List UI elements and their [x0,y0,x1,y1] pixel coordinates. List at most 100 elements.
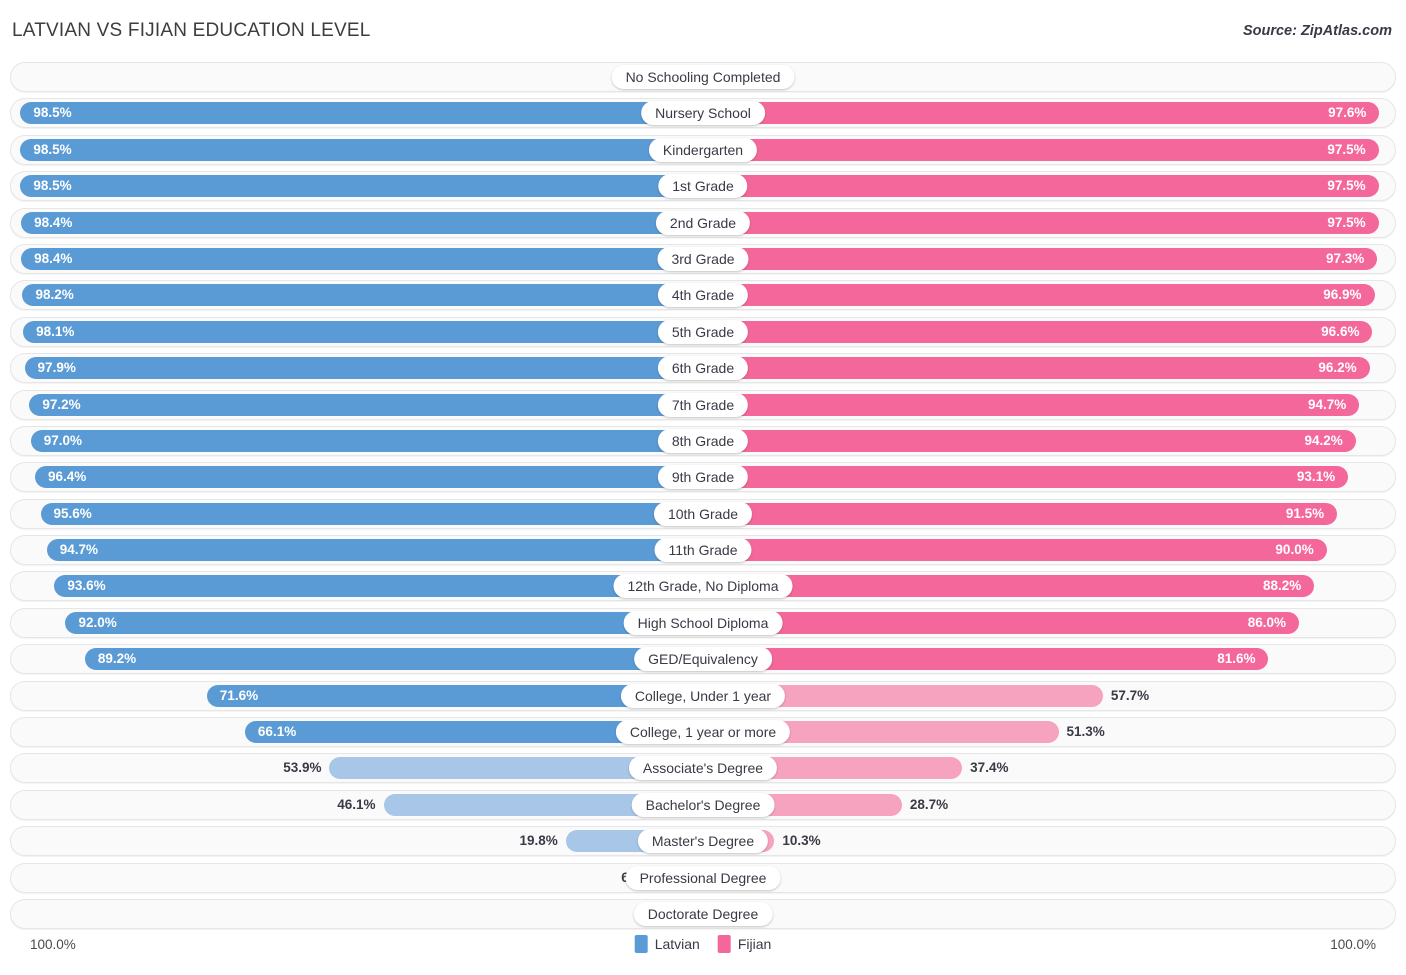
latvian-value-label: 92.0% [78,614,117,630]
latvian-value-label: 98.4% [34,250,73,266]
latvian-half: 53.9% [11,754,703,782]
table-row: 98.4% 97.5% 2nd Grade [10,207,1396,238]
fijian-half: 51.3% [703,718,1395,746]
fijian-value-label: 86.0% [1247,614,1286,630]
fijian-bar [703,393,1360,416]
fijian-value-label: 97.6% [1328,105,1367,121]
latvian-bar [22,284,703,307]
fijian-value-label: 10.3% [782,833,821,849]
category-label: 11th Grade [654,538,752,563]
fijian-half: 97.5% [703,209,1395,237]
table-row: 6.2%2.9%Professional Degree [10,862,1396,893]
table-row: 98.5% 97.5% 1st Grade [10,171,1396,202]
latvian-bar [65,611,703,634]
table-row: 98.5% 97.5% Kindergarten [10,134,1396,165]
fijian-bar [703,211,1379,234]
latvian-value-label: 71.6% [219,687,259,703]
table-row: 71.6% 57.7% College, Under 1 year [10,680,1396,711]
fijian-value-label: 93.1% [1296,469,1336,485]
fijian-bar [703,611,1299,634]
fijian-value-label: 90.0% [1275,542,1314,558]
fijian-bar [703,247,1378,270]
latvian-value-label: 98.5% [33,178,72,194]
fijian-bar [703,320,1373,343]
fijian-half: 97.5% [703,172,1395,200]
fijian-value-label: 57.7% [1110,687,1150,703]
latvian-bar [24,357,703,380]
latvian-half: 98.5% [11,99,703,127]
category-label: 8th Grade [657,428,749,453]
fijian-bar [703,466,1349,489]
fijian-bar [703,357,1370,380]
latvian-half: 98.4% [11,209,703,237]
legend-item-latvian[interactable]: Latvian [634,935,700,953]
fijian-half: 96.2% [703,354,1395,382]
latvian-bar [20,175,703,198]
fijian-value-label: 97.3% [1326,250,1365,266]
latvian-half: 1.5% [11,63,703,91]
latvian-bar [29,393,703,416]
category-label: 9th Grade [657,465,749,490]
fijian-value-label: 94.7% [1308,396,1347,412]
latvian-value-label: 94.7% [59,542,98,558]
fijian-half: 86.0% [703,609,1395,637]
latvian-value-label: 97.2% [42,396,81,412]
fijian-half: 10.3% [703,827,1395,855]
table-row: 96.4% 93.1% 9th Grade [10,462,1396,493]
fijian-half: 97.5% [703,136,1395,164]
latvian-value-label: 98.1% [36,323,75,339]
latvian-half: 93.6% [11,572,703,600]
fijian-bar [703,429,1356,452]
latvian-half: 66.1% [11,718,703,746]
legend-label: Latvian [654,936,700,952]
latvian-bar [54,575,703,598]
legend-item-fijian[interactable]: Fijian [717,935,771,953]
category-label: 2nd Grade [655,210,751,235]
latvian-half: 96.4% [11,463,703,491]
latvian-value-label: 19.8% [519,833,558,849]
fijian-value-label: 51.3% [1066,724,1105,740]
fijian-value-label: 96.2% [1318,360,1357,376]
latvian-value-label: 46.1% [337,796,376,812]
latvian-half: 71.6% [11,682,703,710]
fijian-bar [703,539,1327,562]
category-label: Associate's Degree [628,756,778,781]
fijian-bar [703,575,1315,598]
fijian-value-label: 97.5% [1327,178,1366,194]
category-label: 4th Grade [657,283,749,308]
latvian-value-label: 89.2% [97,651,137,667]
latvian-bar [21,211,703,234]
fijian-half: 97.3% [703,245,1395,273]
latvian-half: 94.7% [11,536,703,564]
bars-plot-area: 1.5%2.5%No Schooling Completed 98.5% 97.6%… [10,62,1396,934]
latvian-half: 2.6% [11,900,703,928]
table-row: 93.6% 88.2% 12th Grade, No Diploma [10,571,1396,602]
fijian-value-label: 28.7% [909,796,949,812]
table-row: 92.0% 86.0% High School Diploma [10,607,1396,638]
latvian-value-label: 53.9% [283,760,322,776]
fijian-half: 81.6% [703,645,1395,673]
latvian-value-label: 66.1% [257,724,297,740]
fijian-half: 90.0% [703,536,1395,564]
latvian-bar [40,502,703,525]
chart-header: LATVIAN VS FIJIAN EDUCATION LEVEL Source… [0,0,1406,60]
legend-swatch-icon [634,935,648,953]
latvian-bar [21,247,703,270]
fijian-half: 88.2% [703,572,1395,600]
category-label: High School Diploma [623,610,783,635]
category-label: Bachelor's Degree [631,792,775,817]
fijian-bar [703,175,1379,198]
table-row: 98.2% 96.9% 4th Grade [10,280,1396,311]
table-row: 46.1% 28.7% Bachelor's Degree [10,789,1396,820]
fijian-half: 57.7% [703,682,1395,710]
table-row: 98.4% 97.3% 3rd Grade [10,243,1396,274]
category-label: 3rd Grade [657,246,749,271]
table-row: 97.0% 94.2% 8th Grade [10,425,1396,456]
latvian-value-label: 97.0% [43,432,83,448]
fijian-bar [703,502,1338,525]
latvian-bar [20,138,703,161]
fijian-bar [703,102,1380,125]
fijian-value-label: 97.5% [1327,214,1366,230]
table-row: 95.6% 91.5% 10th Grade [10,498,1396,529]
latvian-half: 89.2% [11,645,703,673]
